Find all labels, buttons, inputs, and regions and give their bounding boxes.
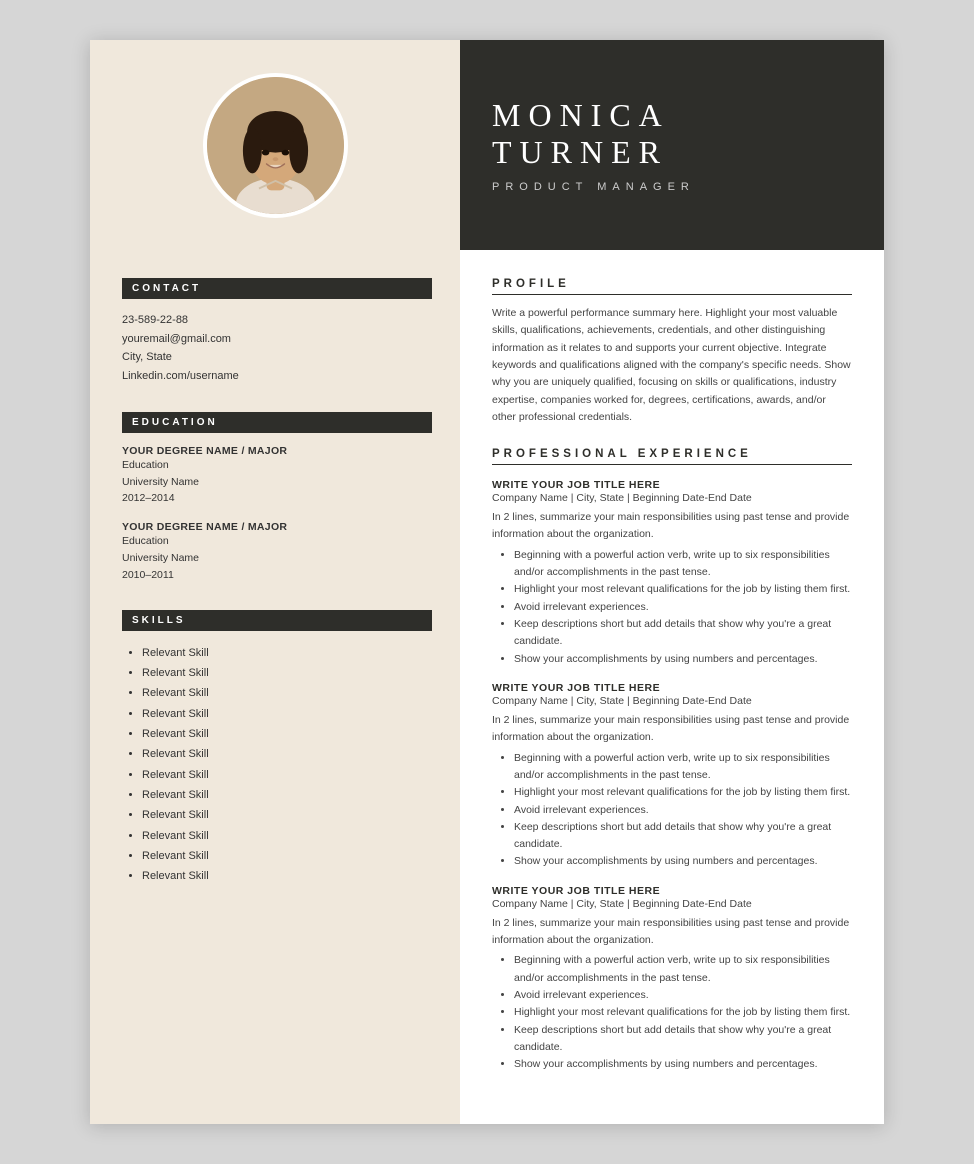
bullet-1-4: Keep descriptions short but add details …: [514, 616, 852, 651]
avatar: [203, 73, 348, 218]
profile-text: Write a powerful performance summary her…: [492, 305, 852, 426]
bullet-1-1: Beginning with a powerful action verb, w…: [514, 547, 852, 582]
skills-list: Relevant Skill Relevant Skill Relevant S…: [122, 643, 432, 887]
bullet-3-1: Beginning with a powerful action verb, w…: [514, 952, 852, 987]
skill-8: Relevant Skill: [142, 785, 432, 805]
experience-section: PROFESSIONAL EXPERIENCE WRITE YOUR JOB T…: [492, 448, 852, 1073]
skill-5: Relevant Skill: [142, 724, 432, 744]
contact-email: youremail@gmail.com: [122, 330, 432, 349]
bullet-2-2: Highlight your most relevant qualificati…: [514, 784, 852, 801]
edu-years-1: 2012–2014: [122, 490, 432, 507]
edu-school-1: University Name: [122, 474, 432, 491]
job-company-1: Company Name | City, State | Beginning D…: [492, 492, 852, 504]
resume-document: MONICA TURNER PRODUCT MANAGER CONTACT 23…: [90, 40, 884, 1124]
contact-heading: CONTACT: [122, 278, 432, 299]
header-info: MONICA TURNER PRODUCT MANAGER: [460, 40, 884, 250]
job-title-2: WRITE YOUR JOB TITLE HERE: [492, 682, 852, 694]
bullet-2-1: Beginning with a powerful action verb, w…: [514, 750, 852, 785]
skill-9: Relevant Skill: [142, 805, 432, 825]
job-desc-2: In 2 lines, summarize your main responsi…: [492, 712, 852, 746]
skills-section: SKILLS Relevant Skill Relevant Skill Rel…: [122, 610, 432, 887]
profile-heading: PROFILE: [492, 278, 852, 295]
resume-main: PROFILE Write a powerful performance sum…: [460, 250, 884, 1124]
bullet-1-3: Avoid irrelevant experiences.: [514, 599, 852, 616]
contact-phone: 23-589-22-88: [122, 311, 432, 330]
education-section: EDUCATION YOUR DEGREE NAME / MAJOR Educa…: [122, 412, 432, 584]
job-bullets-1: Beginning with a powerful action verb, w…: [492, 547, 852, 668]
bullet-3-4: Keep descriptions short but add details …: [514, 1022, 852, 1057]
job-company-3: Company Name | City, State | Beginning D…: [492, 898, 852, 910]
bullet-1-2: Highlight your most relevant qualificati…: [514, 581, 852, 598]
bullet-2-5: Show your accomplishments by using numbe…: [514, 853, 852, 870]
bullet-3-5: Show your accomplishments by using numbe…: [514, 1056, 852, 1073]
edu-degree-1: YOUR DEGREE NAME / MAJOR: [122, 445, 432, 457]
job-desc-3: In 2 lines, summarize your main responsi…: [492, 915, 852, 949]
education-item-2: YOUR DEGREE NAME / MAJOR Education Unive…: [122, 521, 432, 583]
job-title-3: WRITE YOUR JOB TITLE HERE: [492, 885, 852, 897]
job-bullets-3: Beginning with a powerful action verb, w…: [492, 952, 852, 1073]
skill-7: Relevant Skill: [142, 765, 432, 785]
edu-field-1: Education: [122, 457, 432, 474]
education-item-1: YOUR DEGREE NAME / MAJOR Education Unive…: [122, 445, 432, 507]
skill-2: Relevant Skill: [142, 663, 432, 683]
skill-3: Relevant Skill: [142, 683, 432, 703]
skill-12: Relevant Skill: [142, 866, 432, 886]
contact-info: 23-589-22-88 youremail@gmail.com City, S…: [122, 311, 432, 386]
bullet-3-3: Highlight your most relevant qualificati…: [514, 1004, 852, 1021]
skill-1: Relevant Skill: [142, 643, 432, 663]
edu-years-2: 2010–2011: [122, 567, 432, 584]
edu-school-2: University Name: [122, 550, 432, 567]
job-desc-1: In 2 lines, summarize your main responsi…: [492, 509, 852, 543]
skill-6: Relevant Skill: [142, 744, 432, 764]
skills-heading: SKILLS: [122, 610, 432, 631]
contact-linkedin: Linkedin.com/username: [122, 367, 432, 386]
bullet-1-5: Show your accomplishments by using numbe…: [514, 651, 852, 668]
job-bullets-2: Beginning with a powerful action verb, w…: [492, 750, 852, 871]
job-item-1: WRITE YOUR JOB TITLE HERE Company Name |…: [492, 479, 852, 668]
job-title-1: WRITE YOUR JOB TITLE HERE: [492, 479, 852, 491]
header-photo-area: [90, 40, 460, 250]
experience-heading: PROFESSIONAL EXPERIENCE: [492, 448, 852, 465]
job-item-3: WRITE YOUR JOB TITLE HERE Company Name |…: [492, 885, 852, 1074]
candidate-name: MONICA TURNER: [492, 97, 852, 171]
edu-degree-2: YOUR DEGREE NAME / MAJOR: [122, 521, 432, 533]
bullet-3-2: Avoid irrelevant experiences.: [514, 987, 852, 1004]
contact-section: CONTACT 23-589-22-88 youremail@gmail.com…: [122, 278, 432, 386]
edu-field-2: Education: [122, 533, 432, 550]
skill-4: Relevant Skill: [142, 704, 432, 724]
contact-location: City, State: [122, 348, 432, 367]
bullet-2-4: Keep descriptions short but add details …: [514, 819, 852, 854]
resume-header: MONICA TURNER PRODUCT MANAGER: [90, 40, 884, 250]
bullet-2-3: Avoid irrelevant experiences.: [514, 802, 852, 819]
education-heading: EDUCATION: [122, 412, 432, 433]
profile-section: PROFILE Write a powerful performance sum…: [492, 278, 852, 426]
resume-body: CONTACT 23-589-22-88 youremail@gmail.com…: [90, 250, 884, 1124]
skill-10: Relevant Skill: [142, 826, 432, 846]
resume-sidebar: CONTACT 23-589-22-88 youremail@gmail.com…: [90, 250, 460, 1124]
candidate-title: PRODUCT MANAGER: [492, 181, 852, 193]
skill-11: Relevant Skill: [142, 846, 432, 866]
job-item-2: WRITE YOUR JOB TITLE HERE Company Name |…: [492, 682, 852, 871]
job-company-2: Company Name | City, State | Beginning D…: [492, 695, 852, 707]
